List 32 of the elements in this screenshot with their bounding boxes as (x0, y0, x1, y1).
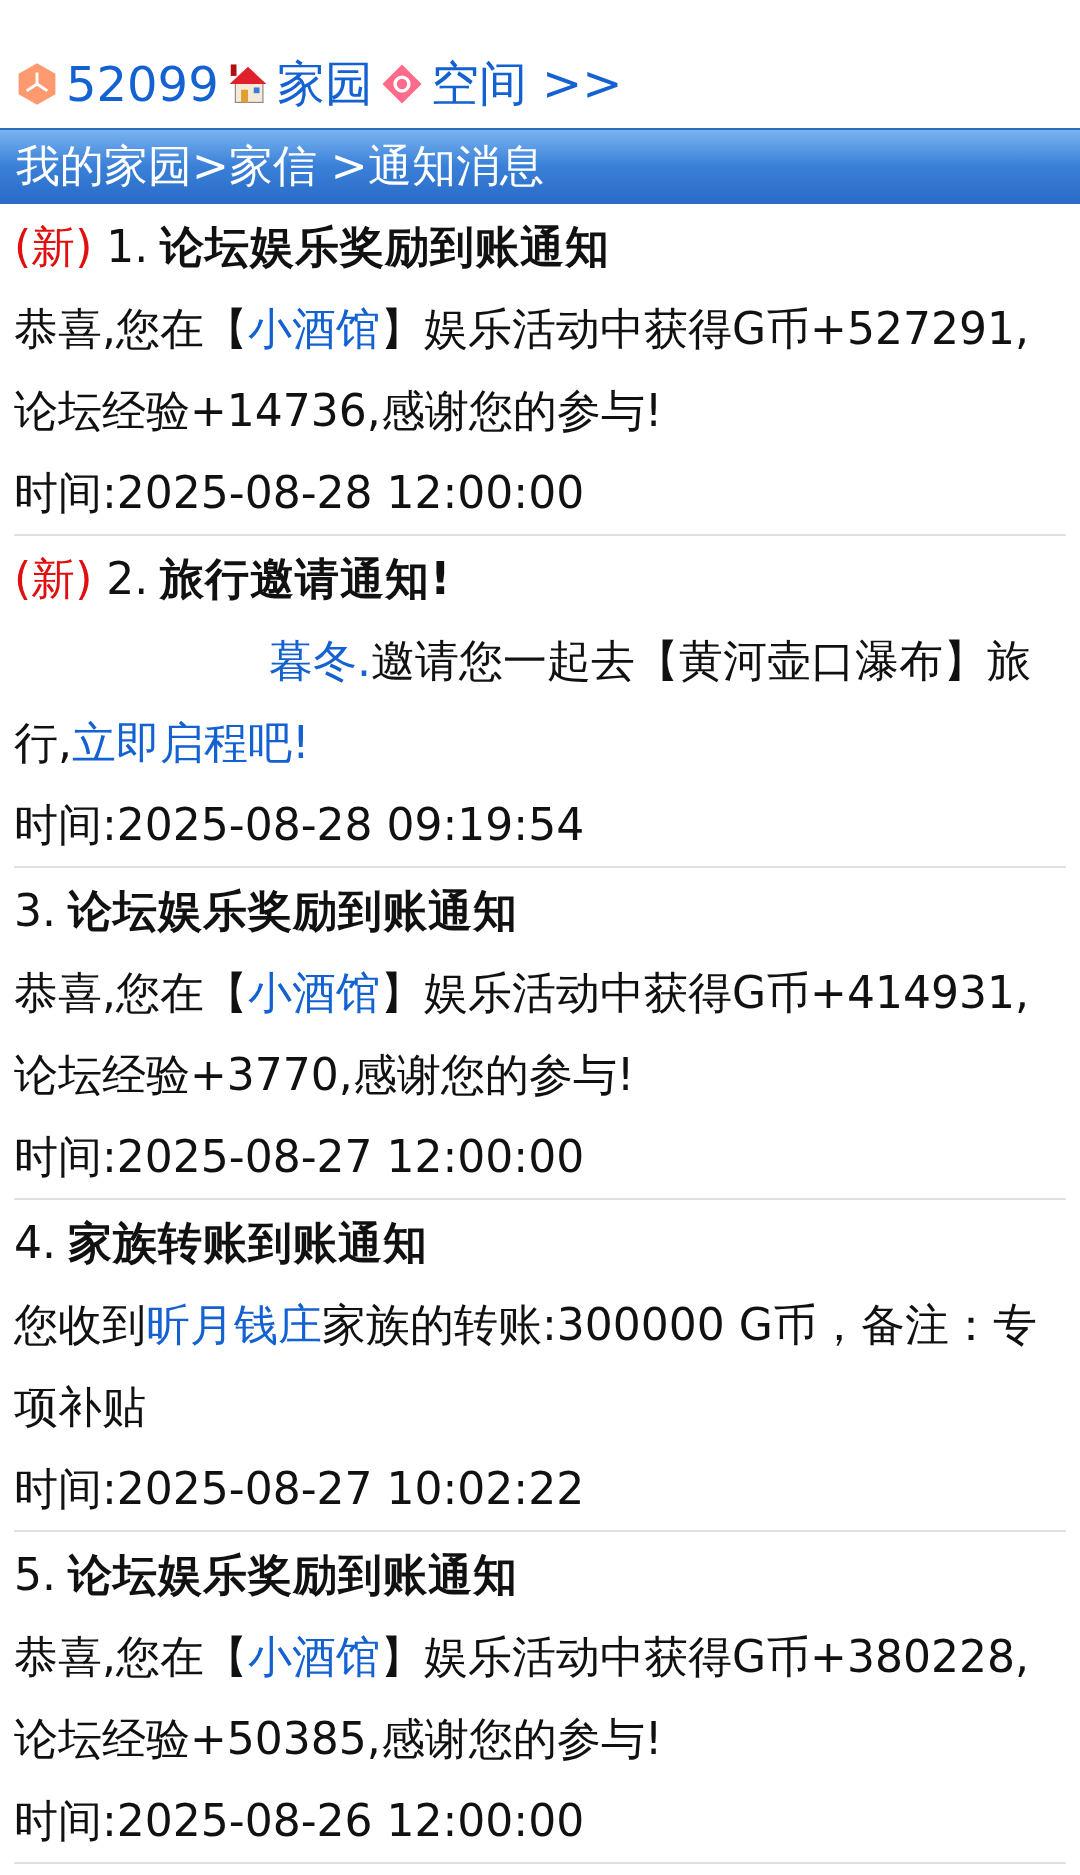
breadcrumb-bar: 我的家园>家信 >通知消息 (0, 128, 1080, 204)
message-number: 3. (14, 885, 56, 936)
message-time: 时间:2025-08-28 09:19:54 (14, 798, 586, 852)
message-time: 时间:2025-08-28 12:00:00 (14, 466, 586, 520)
message-text: 恭喜,您在【小酒馆】娱乐活动中获得G币+414931,论坛经验+3770,感谢您的参与! (14, 966, 1030, 1102)
message-text: 您收到昕月钱庄家族的转账:300000 G币，备注：专项补贴 (14, 1298, 1038, 1434)
text-link[interactable]: 暮冬. (269, 635, 371, 686)
message-title: 旅行邀请通知! (160, 553, 452, 604)
message-text: 恭喜,您在【小酒馆】娱乐活动中获得G币+527291,论坛经验+14736,感谢您的参与! (14, 302, 1030, 438)
message-text: 恭喜,您在【小酒馆】娱乐活动中获得G币+380228,论坛经验+50385,感谢您的参与! (14, 1630, 1030, 1766)
text-link[interactable]: 小酒馆 (248, 1631, 380, 1682)
text-link[interactable]: 小酒馆 (248, 967, 380, 1018)
message-time: 时间:2025-08-26 12:00:00 (14, 1794, 586, 1848)
message-text: 暮冬.邀请您一起去【黄河壶口瀑布】旅行,立即启程吧! (14, 634, 1032, 770)
nav-link[interactable]: 家园 (276, 52, 373, 116)
message-title: 论坛娱乐奖励到账通知 (160, 221, 611, 272)
message-time: 时间:2025-08-27 10:02:22 (14, 1462, 586, 1516)
message-number: 2. (106, 553, 149, 604)
text-link[interactable]: 昕月钱庄 (146, 1299, 322, 1350)
new-tag: (新) (14, 221, 93, 272)
message-title: 论坛娱乐奖励到账通知 (68, 885, 518, 936)
message-time: 时间:2025-08-27 12:00:00 (14, 1130, 586, 1184)
text-link[interactable]: 小酒馆 (248, 303, 380, 354)
new-tag: (新) (14, 553, 93, 604)
message-title: 家族转账到账通知 (68, 1217, 428, 1268)
message-title: 论坛娱乐奖励到账通知 (68, 1549, 518, 1600)
nav-link[interactable]: 空间 >> (430, 52, 623, 116)
message-number: 4. (14, 1217, 56, 1268)
text-link[interactable]: 立即启程吧! (72, 717, 310, 768)
message-number: 5. (14, 1549, 56, 1600)
message-number: 1. (106, 221, 149, 272)
nav-link[interactable]: 52099 (66, 56, 219, 112)
